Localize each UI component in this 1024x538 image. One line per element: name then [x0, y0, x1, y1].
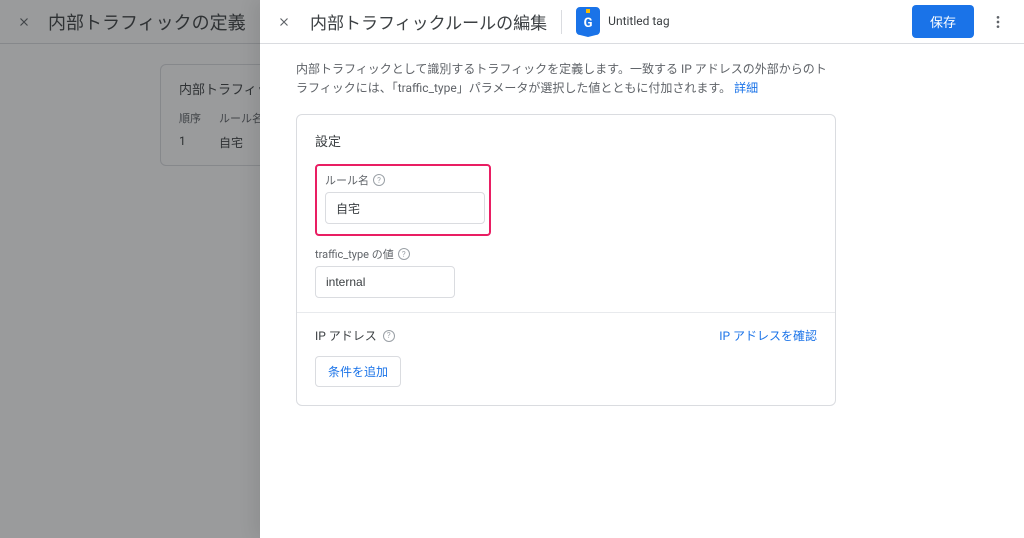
divider: [561, 10, 562, 34]
help-icon[interactable]: ?: [383, 330, 395, 342]
settings-title: 設定: [315, 131, 817, 150]
settings-card: 設定 ルール名 ? traffic_type の値 ? IP アドレス: [296, 114, 836, 406]
help-icon[interactable]: ?: [398, 248, 410, 260]
panel-description: 内部トラフィックとして識別するトラフィックを定義します。一致する IP アドレス…: [296, 60, 836, 98]
check-ip-link[interactable]: IP アドレスを確認: [719, 327, 817, 344]
rule-name-label: ルール名 ?: [325, 172, 481, 188]
divider: [297, 312, 835, 313]
tag-icon: G: [576, 7, 600, 37]
traffic-type-input[interactable]: [315, 266, 455, 298]
svg-text:G: G: [584, 16, 593, 31]
rule-name-input[interactable]: [325, 192, 485, 224]
more-menu-icon[interactable]: [984, 8, 1012, 36]
learn-more-link[interactable]: 詳細: [734, 81, 758, 95]
panel-title: 内部トラフィックルールの編集: [310, 9, 547, 34]
add-condition-button[interactable]: 条件を追加: [315, 356, 401, 387]
close-icon[interactable]: [272, 10, 296, 34]
save-button[interactable]: 保存: [912, 5, 974, 38]
help-icon[interactable]: ?: [373, 174, 385, 186]
rule-name-highlight: ルール名 ?: [315, 164, 491, 236]
traffic-type-label: traffic_type の値 ?: [315, 246, 817, 262]
ip-address-label: IP アドレス ?: [315, 327, 395, 344]
edit-rule-panel: 内部トラフィックルールの編集 G Untitled tag 保存 内部トラフィッ…: [260, 0, 1024, 538]
panel-header: 内部トラフィックルールの編集 G Untitled tag 保存: [260, 0, 1024, 44]
panel-tag-label: Untitled tag: [608, 14, 669, 28]
